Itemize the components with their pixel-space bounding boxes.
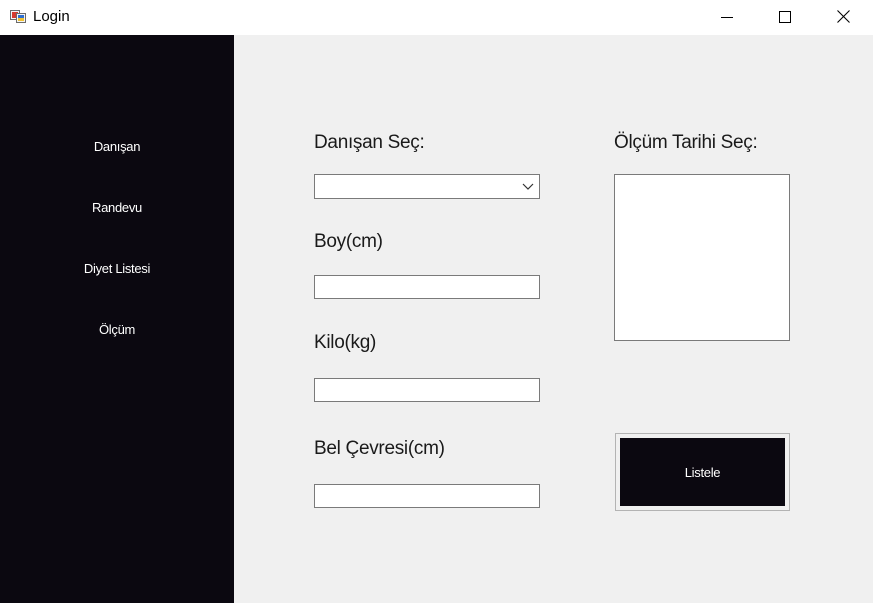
height-label: Boy(cm) xyxy=(314,231,383,252)
sidebar: Danışan Randevu Diyet Listesi Ölçüm xyxy=(0,35,234,603)
sidebar-item-danisan[interactable]: Danışan xyxy=(0,139,234,154)
sidebar-item-olcum[interactable]: Ölçüm xyxy=(0,322,234,337)
weight-label: Kilo(kg) xyxy=(314,332,377,353)
close-button[interactable] xyxy=(814,0,872,33)
client-select-combobox[interactable] xyxy=(314,174,540,199)
main-panel: Danışan Seç: Boy(cm) Kilo(kg) Bel Çevres… xyxy=(234,35,873,603)
weight-input[interactable] xyxy=(314,378,540,402)
app-icon xyxy=(10,8,26,24)
list-button[interactable]: Listele xyxy=(615,433,790,511)
maximize-button[interactable] xyxy=(756,0,814,33)
date-list-box[interactable] xyxy=(614,174,790,341)
maximize-icon xyxy=(779,10,791,23)
client-select-label: Danışan Seç: xyxy=(314,132,425,153)
minimize-button[interactable] xyxy=(698,0,756,33)
sidebar-item-diyet-listesi[interactable]: Diyet Listesi xyxy=(0,261,234,276)
title-bar: Login xyxy=(0,0,873,35)
sidebar-item-randevu[interactable]: Randevu xyxy=(0,200,234,215)
window-title: Login xyxy=(33,8,70,25)
date-select-label: Ölçüm Tarihi Seç: xyxy=(614,132,758,153)
waist-input[interactable] xyxy=(314,484,540,508)
chevron-down-icon xyxy=(522,183,534,190)
waist-label: Bel Çevresi(cm) xyxy=(314,438,445,459)
minimize-icon xyxy=(721,16,733,18)
height-input[interactable] xyxy=(314,275,540,299)
close-icon xyxy=(836,10,850,23)
